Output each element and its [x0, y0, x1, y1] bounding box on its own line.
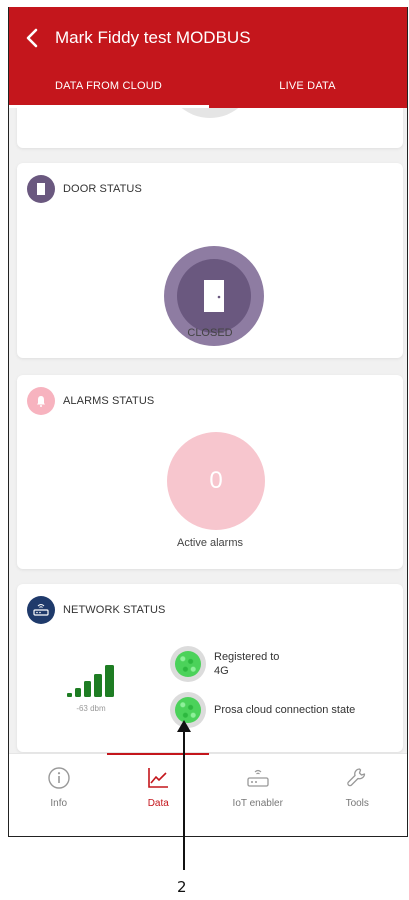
door-state-label: CLOSED	[187, 327, 233, 339]
tab-bar: DATA FROM CLOUD LIVE DATA	[9, 69, 407, 108]
chart-icon	[148, 768, 169, 788]
status-label: Registered to	[214, 651, 280, 663]
alarms-status-card: ALARMS STATUS 0 Active alarms	[17, 375, 403, 569]
nav-info[interactable]: Info	[9, 754, 109, 836]
active-alarms-count: 0	[167, 432, 265, 530]
cloud-connection-status: Prosa cloud connection state	[170, 692, 374, 728]
nav-label: IoT enabler	[232, 798, 283, 809]
door-icon	[27, 175, 55, 203]
signal-strength-icon	[67, 665, 114, 697]
callout-arrowhead	[177, 720, 191, 732]
scroll-content[interactable]: DOOR STATUS CLOSED ALARMS STATUS 0 Activ…	[9, 108, 407, 753]
status-indicator-ring	[170, 646, 206, 682]
wrench-icon	[347, 768, 366, 787]
phone-screen: Mark Fiddy test MODBUS DATA FROM CLOUD L…	[8, 7, 408, 837]
nav-label: Data	[147, 798, 169, 809]
bell-icon	[27, 387, 55, 415]
status-led	[175, 651, 201, 677]
info-icon	[48, 767, 70, 789]
router-icon	[247, 769, 269, 787]
tab-live-data[interactable]: LIVE DATA	[208, 69, 407, 108]
callout-number: 2	[177, 878, 187, 896]
chevron-left-icon	[26, 28, 38, 48]
card-title: DOOR STATUS	[63, 183, 142, 195]
card-title: ALARMS STATUS	[63, 395, 155, 407]
nav-label: Tools	[345, 798, 369, 809]
bottom-navigation: Info Data IoT enabler Tools	[9, 753, 408, 836]
active-alarms-label: Active alarms	[176, 537, 244, 549]
page-title: Mark Fiddy test MODBUS	[55, 28, 251, 47]
previous-card	[17, 108, 403, 148]
card-header: ALARMS STATUS	[27, 387, 154, 415]
gauge-arc	[165, 108, 255, 118]
router-icon	[27, 596, 55, 624]
registration-status: Registered to 4G	[170, 646, 374, 682]
tab-data-from-cloud[interactable]: DATA FROM CLOUD	[9, 69, 208, 108]
back-button[interactable]	[9, 7, 55, 69]
card-header: DOOR STATUS	[27, 175, 142, 203]
nav-data[interactable]: Data	[109, 754, 209, 836]
nav-label: Info	[50, 798, 68, 809]
nav-tools[interactable]: Tools	[308, 754, 408, 836]
card-header: NETWORK STATUS	[27, 596, 165, 624]
door-status-card: DOOR STATUS CLOSED	[17, 163, 403, 358]
app-bar: Mark Fiddy test MODBUS DATA FROM CLOUD L…	[9, 7, 407, 108]
callout-line	[183, 723, 185, 870]
card-title: NETWORK STATUS	[63, 604, 166, 616]
status-label: Prosa cloud connection state	[214, 704, 356, 716]
door-icon	[204, 280, 224, 312]
network-status-card: NETWORK STATUS -63 dbm Registered to 4G	[17, 584, 403, 752]
active-nav-indicator	[107, 753, 209, 755]
nav-iot-enabler[interactable]: IoT enabler	[208, 754, 308, 836]
title-bar: Mark Fiddy test MODBUS	[9, 7, 407, 69]
status-value: 4G	[214, 665, 229, 677]
signal-strength-value: -63 dbm	[76, 704, 106, 713]
